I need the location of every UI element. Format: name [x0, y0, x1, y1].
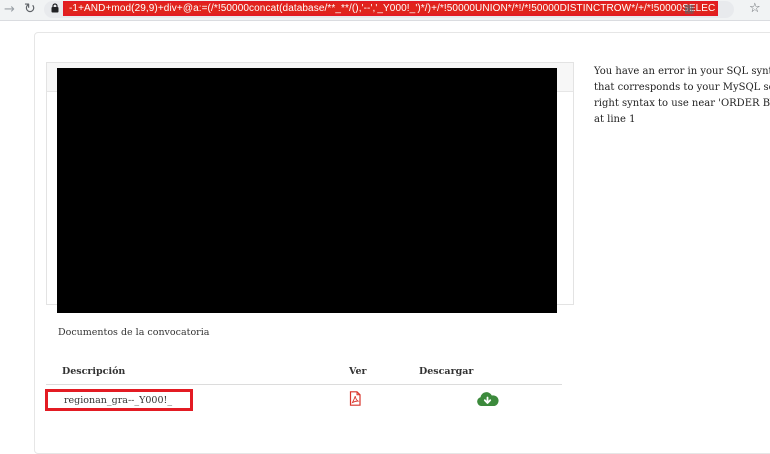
document-description: regionan_gra--_Y000!_: [64, 395, 173, 406]
documents-title: Documentos de la convocatoria: [58, 327, 210, 338]
star-icon[interactable]: ☆: [749, 1, 761, 17]
column-header-description: Descripción: [62, 366, 126, 377]
error-line: at line 1: [594, 114, 636, 125]
video-player[interactable]: [57, 68, 557, 313]
address-bar[interactable]: -1+AND+mod(29,9)+div+@a:=(/*!50000concat…: [44, 1, 734, 18]
url-text[interactable]: -1+AND+mod(29,9)+div+@a:=(/*!50000concat…: [69, 3, 715, 15]
browser-toolbar: → ↻ -1+AND+mod(29,9)+div+@a:=(/*!50000co…: [0, 0, 770, 21]
url-highlight-box: -1+AND+mod(29,9)+div+@a:=(/*!50000concat…: [63, 1, 718, 16]
sql-error-message: You have an error in your SQL syntax; ch…: [594, 64, 770, 128]
error-line: right syntax to use near 'ORDER BY idPla: [594, 98, 770, 109]
reload-icon[interactable]: ↻: [24, 0, 36, 18]
lock-icon[interactable]: [51, 3, 59, 13]
error-line: that corresponds to your MySQL server v: [594, 82, 770, 93]
table-header-divider: [46, 384, 562, 385]
pdf-icon[interactable]: [348, 391, 362, 406]
table-row-highlight: regionan_gra--_Y000!_: [45, 389, 193, 411]
grid-icon[interactable]: ▦: [684, 2, 694, 15]
arrow-right-icon[interactable]: →: [4, 1, 15, 19]
column-header-view: Ver: [349, 366, 367, 377]
cloud-download-icon[interactable]: [476, 391, 499, 408]
error-line: You have an error in your SQL syntax; ch: [594, 66, 770, 77]
column-header-download: Descargar: [419, 366, 474, 377]
